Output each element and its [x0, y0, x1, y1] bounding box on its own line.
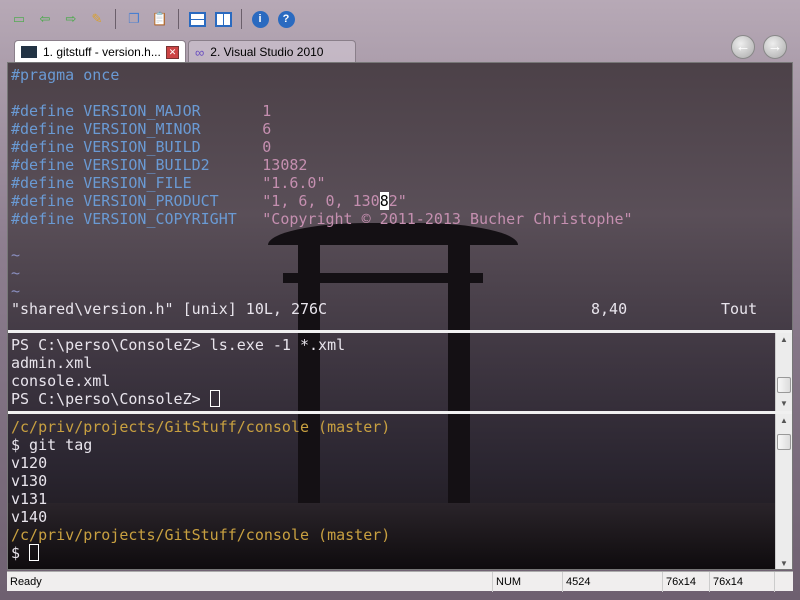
macro-name: VERSION_COPYRIGHT [83, 210, 237, 228]
scrollbar[interactable]: ▲ ▼ [775, 333, 792, 411]
status-bar: Ready NUM 4524 76x14 76x14 [7, 571, 793, 592]
tab-gitstuff[interactable]: 1. gitstuff - version.h... ✕ [14, 40, 186, 63]
pane-divider[interactable] [8, 330, 792, 333]
console-line: $ git tag [11, 436, 93, 454]
vim-pane[interactable]: #pragma once #define VERSION_MAJOR 1 #def… [8, 66, 778, 328]
console-line: admin.xml [11, 354, 93, 372]
tab-label: 1. gitstuff - version.h... [43, 45, 160, 59]
macro-value: 2" [388, 192, 407, 210]
macro-value: 6 [262, 120, 272, 138]
file-info: "shared\version.h" [unix] 10L, 276C [11, 300, 328, 318]
prompt: $ [11, 544, 30, 562]
close-icon[interactable]: ✕ [166, 45, 179, 59]
toolbar: ▭ ⇦ ⇨ ✎ ❐ 📋 i ? [8, 6, 297, 32]
macro-value: "1.6.0" [262, 174, 326, 192]
macro-value: 13082 [262, 156, 308, 174]
toolbar-separator [115, 9, 116, 29]
scrollbar[interactable]: ▲ ▼ [775, 414, 792, 569]
tilde-line: ~ [11, 264, 21, 282]
copy-icon[interactable]: ❐ [123, 8, 145, 30]
scrollbar-thumb[interactable] [777, 434, 791, 450]
powershell-pane[interactable]: PS C:\perso\ConsoleZ> ls.exe -1 *.xml adm… [8, 336, 778, 408]
define-line: #define VERSION_MAJOR 1 [11, 102, 778, 120]
macro-name: VERSION_MINOR [83, 120, 201, 138]
macro-value: 1 [262, 102, 272, 120]
macro-name: VERSION_PRODUCT [83, 192, 219, 210]
define-line: #define VERSION_BUILD 0 [11, 138, 778, 156]
define-keyword: #define [11, 102, 75, 120]
define-line: #define VERSION_MINOR 6 [11, 120, 778, 138]
status-text: Ready [10, 575, 42, 588]
define-keyword: #define [11, 174, 75, 192]
git-path: /c/priv/projects/GitStuff/console (maste… [11, 418, 391, 436]
rename-icon[interactable]: ✎ [86, 8, 108, 30]
scroll-down-icon[interactable]: ▼ [776, 397, 792, 411]
define-keyword: #define [11, 192, 75, 210]
tilde-line: ~ [11, 246, 21, 264]
tab-visual-studio[interactable]: ∞ 2. Visual Studio 2010 [188, 40, 356, 63]
macro-value: "Copyright © 2011-2013 Bucher Christophe… [262, 210, 633, 228]
back-icon[interactable]: ← [731, 35, 755, 59]
console-size: 76x14 [662, 571, 709, 592]
paste-icon[interactable]: 📋 [149, 8, 171, 30]
split-horizontal-icon[interactable] [186, 8, 208, 30]
previous-tab-icon[interactable]: ⇦ [34, 8, 56, 30]
vim-statusline: "shared\version.h" [unix] 10L, 276C 8,40 T… [11, 300, 778, 318]
code-line: #pragma once [11, 66, 120, 84]
text-cursor [209, 390, 220, 407]
cursor-position: 8,40 [591, 300, 628, 318]
define-keyword: #define [11, 156, 75, 174]
git-tag: v120 [11, 454, 48, 472]
text-cursor [29, 544, 40, 561]
git-tag: v140 [11, 508, 48, 526]
define-line: #define VERSION_FILE "1.6.0" [11, 174, 778, 192]
git-tag: v130 [11, 472, 48, 490]
toolbar-separator [241, 9, 242, 29]
macro-name: VERSION_BUILD [83, 138, 201, 156]
next-tab-icon[interactable]: ⇨ [60, 8, 82, 30]
num-lock-indicator: NUM [492, 571, 562, 592]
info-icon[interactable]: i [249, 8, 271, 30]
console-area: #pragma once #define VERSION_MAJOR 1 #def… [7, 62, 793, 570]
split-vertical-icon[interactable] [212, 8, 234, 30]
tab-label: 2. Visual Studio 2010 [210, 45, 324, 59]
new-tab-icon[interactable]: ▭ [8, 8, 30, 30]
define-line: #define VERSION_COPYRIGHT "Copyright © 2… [11, 210, 778, 228]
scroll-position: Tout [721, 300, 758, 318]
visual-studio-icon: ∞ [195, 44, 205, 60]
pane-divider[interactable] [8, 411, 792, 414]
git-tag: v131 [11, 490, 48, 508]
toolbar-separator [178, 9, 179, 29]
git-path: /c/priv/projects/GitStuff/console (maste… [11, 526, 391, 544]
macro-value: 0 [262, 138, 272, 156]
tab-bar: 1. gitstuff - version.h... ✕ ∞ 2. Visual… [14, 40, 356, 63]
define-line: #define VERSION_BUILD2 13082 [11, 156, 778, 174]
define-keyword: #define [11, 210, 75, 228]
macro-value: "1, 6, 0, 130 [262, 192, 380, 210]
help-icon[interactable]: ? [275, 8, 297, 30]
macro-name: VERSION_BUILD2 [83, 156, 210, 174]
console-line: console.xml [11, 372, 111, 390]
scroll-down-icon[interactable]: ▼ [776, 557, 792, 569]
define-keyword: #define [11, 138, 75, 156]
scroll-up-icon[interactable]: ▲ [776, 333, 792, 347]
define-keyword: #define [11, 120, 75, 138]
text-cursor: 8 [379, 192, 389, 210]
scroll-up-icon[interactable]: ▲ [776, 414, 792, 428]
console-line: PS C:\perso\ConsoleZ> ls.exe -1 *.xml [11, 336, 346, 354]
macro-name: VERSION_MAJOR [83, 102, 201, 120]
scrollbar-thumb[interactable] [777, 377, 791, 393]
tilde-line: ~ [11, 282, 21, 300]
console-icon [21, 46, 37, 58]
process-id: 4524 [562, 571, 662, 592]
prompt: PS C:\perso\ConsoleZ> [11, 390, 210, 408]
resize-grip[interactable] [774, 571, 793, 592]
macro-name: VERSION_FILE [83, 174, 192, 192]
define-line: #define VERSION_PRODUCT "1, 6, 0, 13082" [11, 192, 778, 210]
forward-icon[interactable]: → [763, 35, 787, 59]
buffer-size: 76x14 [709, 571, 774, 592]
git-bash-pane[interactable]: /c/priv/projects/GitStuff/console (maste… [8, 418, 778, 568]
